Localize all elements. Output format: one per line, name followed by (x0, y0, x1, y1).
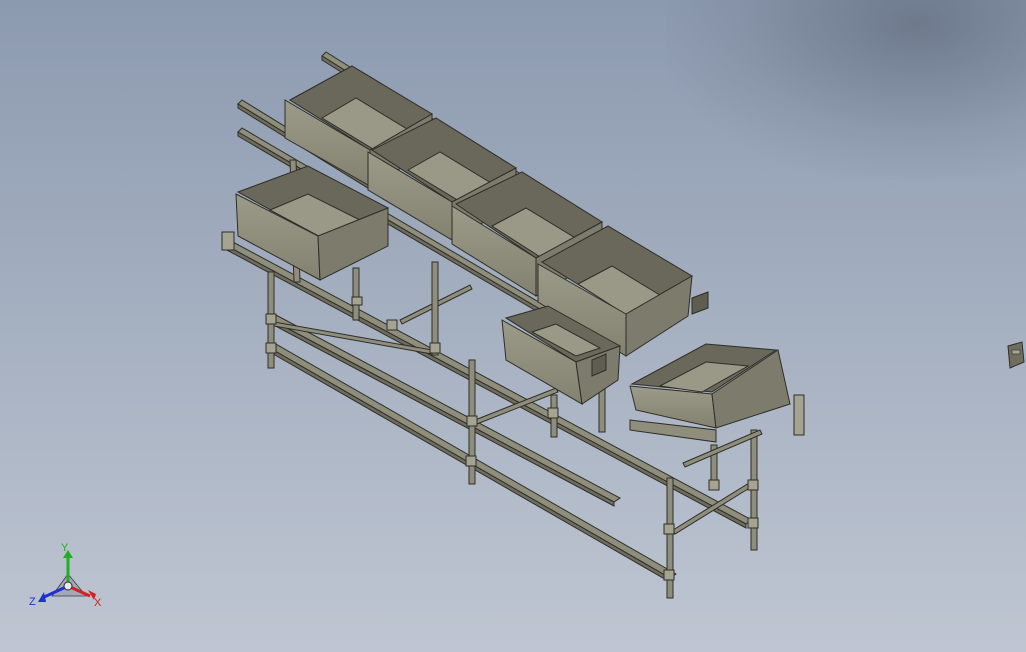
z-axis-label: Z (29, 596, 36, 608)
graphics-viewport[interactable]: Y X Z (0, 0, 1026, 652)
triad-origin-icon (63, 581, 73, 591)
conveyor-bin-frame-model[interactable] (0, 0, 1026, 652)
x-axis-label: X (94, 597, 102, 609)
y-axis-label: Y (61, 542, 69, 554)
tote-bins[interactable] (235, 65, 791, 443)
offscreen-part-fragment (1007, 341, 1025, 369)
reference-triad[interactable]: Y X Z (28, 540, 108, 612)
discharge-hopper[interactable] (629, 343, 791, 443)
z-arrow-head-icon (38, 592, 46, 602)
